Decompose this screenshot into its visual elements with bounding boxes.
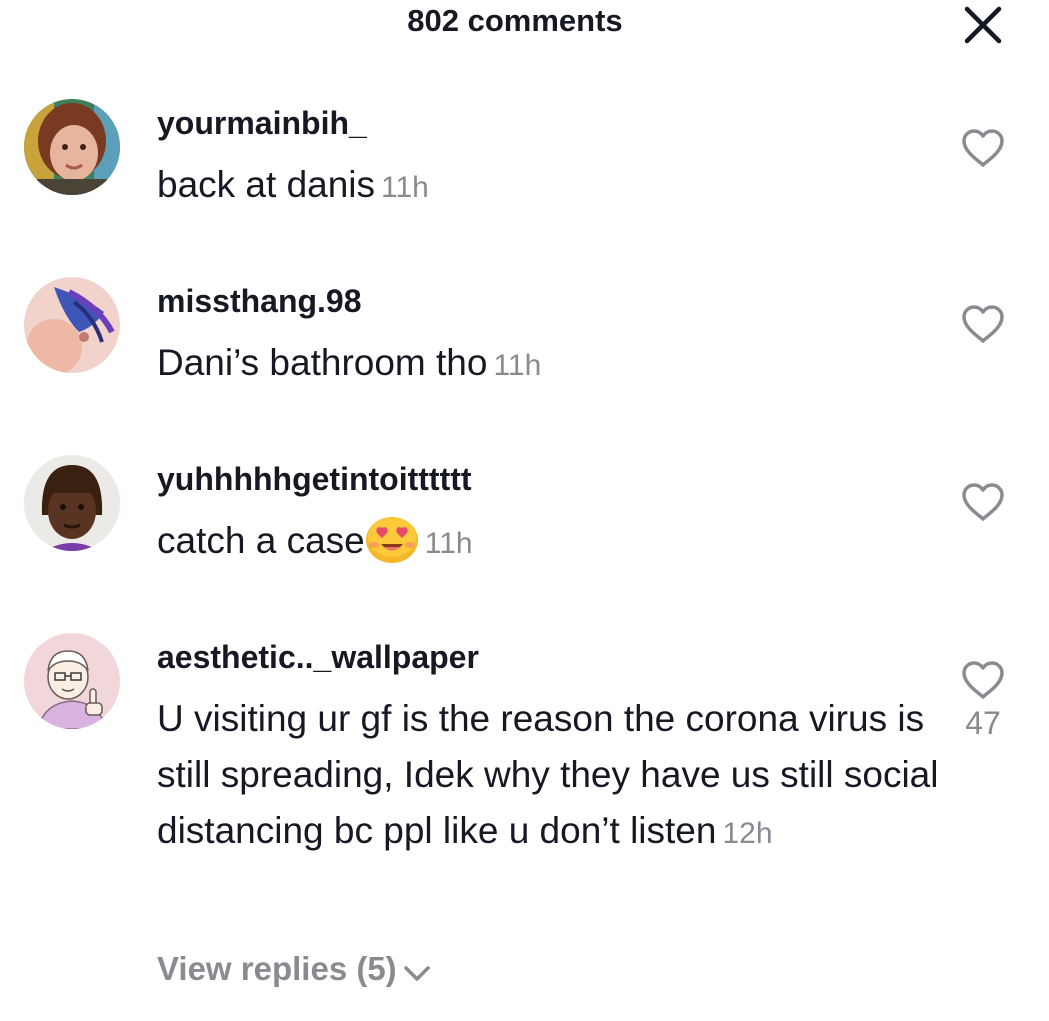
comment-time: 12h (722, 817, 773, 850)
heart-outline-icon[interactable] (960, 127, 1006, 169)
avatar[interactable] (24, 277, 120, 373)
heart-outline-icon[interactable] (960, 481, 1006, 523)
comment-text: Dani’s bathroom tho 11h (157, 335, 947, 394)
comment-text: back at danis 11h (157, 157, 947, 216)
comment-body: Dani’s bathroom tho (157, 342, 488, 383)
avatar[interactable] (24, 633, 120, 729)
comment-username[interactable]: aesthetic.._wallpaper (157, 639, 479, 676)
heart-outline-icon[interactable] (960, 659, 1006, 701)
comment-text: catch a case 11h (157, 513, 947, 572)
chevron-down-icon (403, 952, 431, 990)
view-replies-button[interactable]: View replies (5) (157, 950, 431, 990)
comment-time: 11h (493, 349, 542, 382)
comment-username[interactable]: yourmainbih_ (157, 105, 367, 142)
avatar[interactable] (24, 455, 120, 551)
comment-username[interactable]: yuhhhhhgetintoitttttt (157, 461, 472, 498)
view-replies-label: View replies (5) (157, 950, 397, 987)
close-icon[interactable] (962, 4, 1004, 46)
comment-time: 11h (381, 171, 429, 204)
comment-body: catch a case (157, 520, 365, 561)
comment-time: 11h (424, 527, 473, 560)
comment-text: U visiting ur gf is the reason the coron… (157, 691, 947, 862)
like-count: 47 (965, 705, 1001, 741)
comments-header: 802 comments (0, 0, 1049, 50)
comment-body: U visiting ur gf is the reason the coron… (157, 698, 939, 851)
comments-count-title: 802 comments (407, 3, 623, 38)
comment-username[interactable]: missthang.98 (157, 283, 362, 320)
smiling-face-with-heart-eyes-emoji (365, 513, 419, 563)
comment-body: back at danis (157, 164, 376, 205)
heart-outline-icon[interactable] (960, 303, 1006, 345)
avatar[interactable] (24, 99, 120, 195)
